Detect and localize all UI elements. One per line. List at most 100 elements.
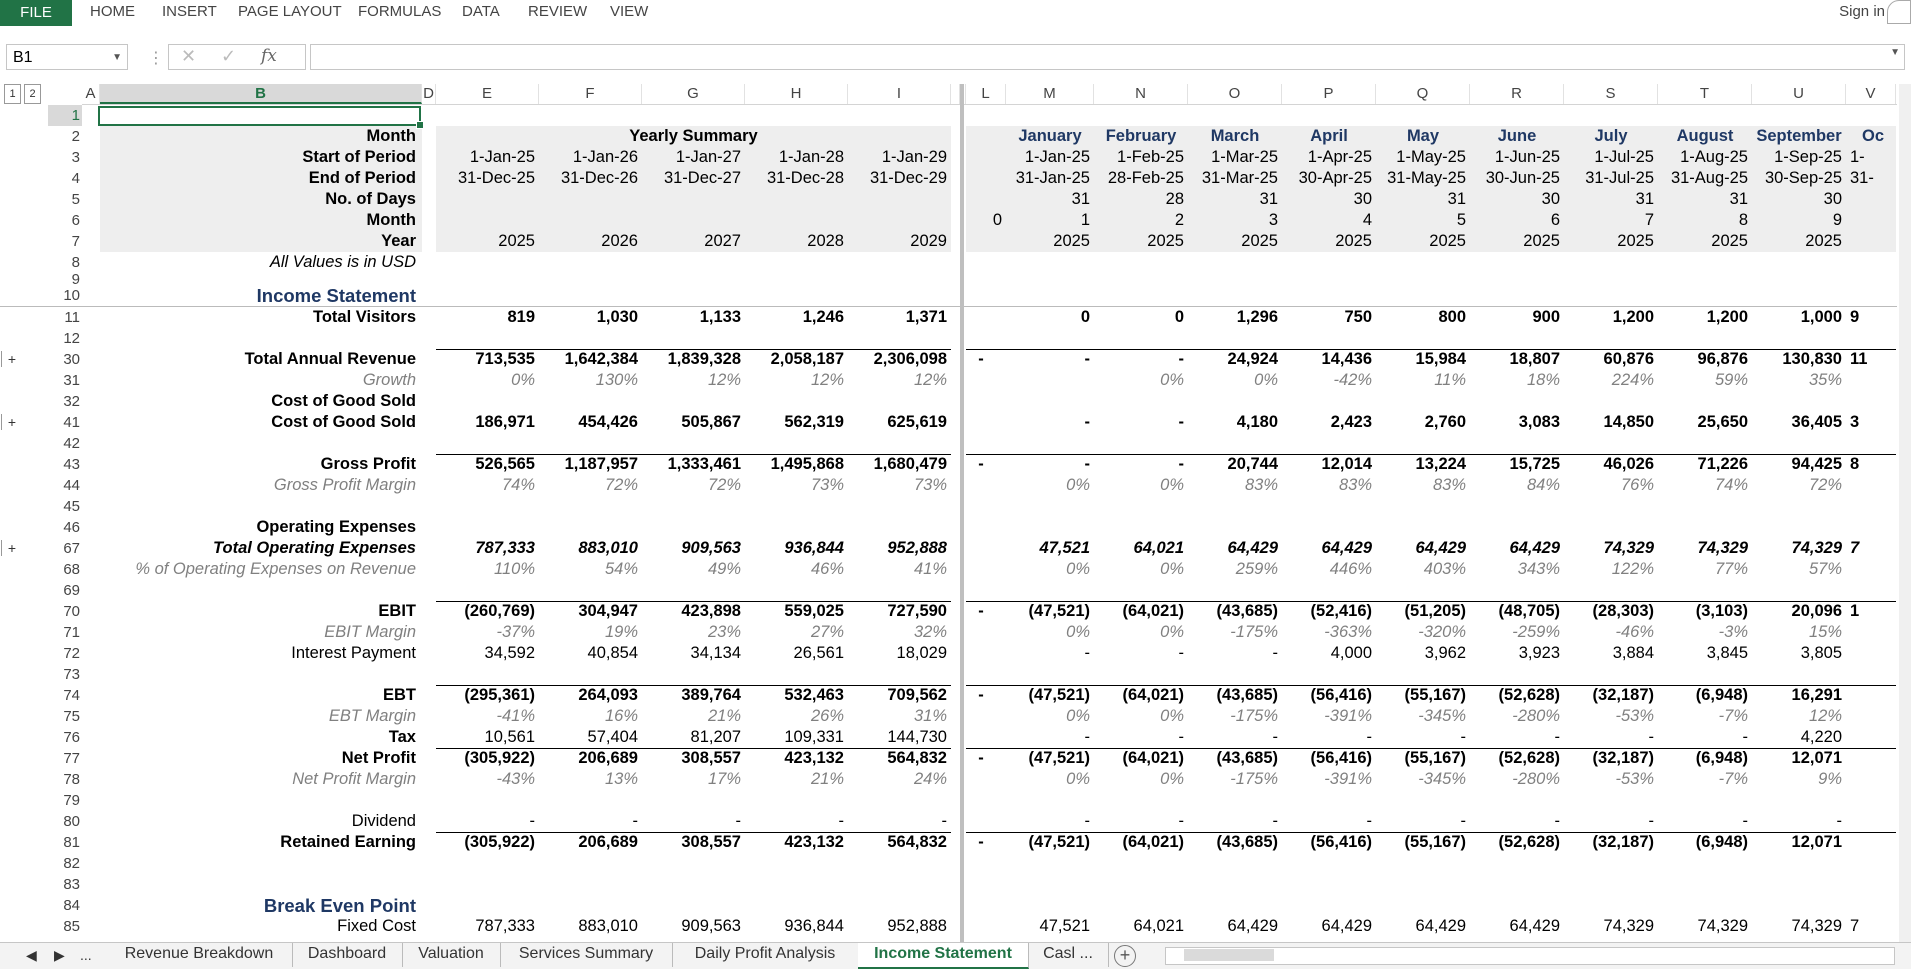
row-header-73[interactable]: 73 (48, 664, 82, 685)
sheet-tab-income-statement[interactable]: Income Statement (858, 943, 1029, 969)
insert-function-icon[interactable]: fx (261, 46, 277, 66)
row-header-76[interactable]: 76 (48, 727, 82, 748)
more-icon[interactable]: ⋮ (148, 48, 164, 68)
ribbon-tab-view[interactable]: VIEW (610, 0, 648, 26)
more-sheets-icon[interactable]: ... (80, 947, 92, 963)
chevron-down-icon[interactable]: ▼ (112, 45, 122, 71)
expand-group-icon[interactable]: + (1, 538, 20, 559)
column-header-p[interactable]: P (1282, 84, 1376, 104)
sheet-tab-valuation[interactable]: Valuation (402, 943, 501, 967)
ribbon-tab-insert[interactable]: INSERT (162, 0, 217, 26)
row-header-43[interactable]: 43 (48, 454, 82, 475)
column-header-l[interactable]: L (966, 84, 1006, 104)
column-header-n[interactable]: N (1094, 84, 1188, 104)
sheet-tab-daily-profit-analysis[interactable]: Daily Profit Analysis (672, 943, 859, 967)
column-header-h[interactable]: H (745, 84, 848, 104)
monthly-days: 31 (1635, 190, 1654, 208)
column-header-s[interactable]: S (1564, 84, 1658, 104)
row-header-3[interactable]: 3 (48, 147, 82, 168)
row-header-11[interactable]: 11 (48, 307, 82, 328)
column-header-t[interactable]: T (1658, 84, 1752, 104)
expand-group-icon[interactable]: + (1, 412, 20, 433)
row-header-10[interactable]: 10 (48, 285, 82, 306)
expand-group-icon[interactable]: + (1, 349, 20, 370)
sheet-tab-services-summary[interactable]: Services Summary (500, 943, 673, 967)
column-header-b[interactable]: B (100, 84, 422, 104)
sheet-tab-revenue-breakdown[interactable]: Revenue Breakdown (106, 943, 293, 967)
prev-sheet-icon[interactable]: ◀ (26, 947, 37, 964)
column-header-i[interactable]: I (848, 84, 951, 104)
name-box[interactable]: B1 ▼ (6, 44, 128, 70)
ribbon-tab-data[interactable]: DATA (462, 0, 500, 26)
sheet-tab-dashboard[interactable]: Dashboard (292, 943, 403, 967)
sheet-tab-casl[interactable]: Casl ... (1028, 943, 1109, 967)
row-header-82[interactable]: 82 (48, 853, 82, 874)
column-header-u[interactable]: U (1752, 84, 1846, 104)
vertical-scrollbar[interactable] (1899, 84, 1911, 942)
column-header-o[interactable]: O (1188, 84, 1282, 104)
ribbon-tab-home[interactable]: HOME (90, 0, 135, 26)
column-header-f[interactable]: F (539, 84, 642, 104)
formula-input[interactable]: ▼ (310, 44, 1905, 70)
column-header-g[interactable]: G (642, 84, 745, 104)
user-icon[interactable] (1887, 0, 1911, 24)
row-header-5[interactable]: 5 (48, 189, 82, 210)
row-header-42[interactable]: 42 (48, 433, 82, 454)
row-header-7[interactable]: 7 (48, 231, 82, 252)
horizontal-scrollbar[interactable] (1165, 947, 1895, 965)
annual-dividend: - (838, 812, 845, 830)
next-sheet-icon[interactable]: ▶ (54, 947, 65, 964)
scroll-thumb[interactable] (1184, 949, 1274, 961)
row-header-84[interactable]: 84 (48, 895, 82, 916)
column-header-e[interactable]: E (436, 84, 539, 104)
outline-level-2[interactable]: 2 (24, 84, 41, 104)
row-header-46[interactable]: 46 (48, 517, 82, 538)
add-sheet-icon[interactable]: + (1114, 945, 1136, 967)
row-header-75[interactable]: 75 (48, 706, 82, 727)
sign-in-link[interactable]: Sign in (1839, 0, 1885, 24)
file-tab[interactable]: FILE (0, 0, 72, 26)
row-header-71[interactable]: 71 (48, 622, 82, 643)
row-header-74[interactable]: 74 (48, 685, 82, 706)
outline-level-1[interactable]: 1 (4, 84, 21, 104)
column-header-d[interactable]: D (422, 84, 436, 104)
expand-formula-icon[interactable]: ▼ (1890, 47, 1900, 58)
row-header-41[interactable]: 41 (48, 412, 82, 433)
column-header-r[interactable]: R (1470, 84, 1564, 104)
row-header-2[interactable]: 2 (48, 126, 82, 147)
row-header-30[interactable]: 30 (48, 349, 82, 370)
row-header-67[interactable]: 67 (48, 538, 82, 559)
cancel-icon[interactable]: ✕ (181, 46, 196, 67)
column-header-a[interactable]: A (82, 84, 100, 104)
ribbon-tab-page-layout[interactable]: PAGE LAYOUT (238, 0, 342, 26)
row-header-72[interactable]: 72 (48, 643, 82, 664)
row-header-79[interactable]: 79 (48, 790, 82, 811)
column-header-q[interactable]: Q (1376, 84, 1470, 104)
row-header-6[interactable]: 6 (48, 210, 82, 231)
row-header-81[interactable]: 81 (48, 832, 82, 853)
row-header-1[interactable]: 1 (48, 105, 82, 126)
column-header-m[interactable]: M (1006, 84, 1094, 104)
row-header-85[interactable]: 85 (48, 916, 82, 937)
active-cell-b1[interactable] (98, 106, 424, 129)
freeze-split-bar[interactable] (960, 84, 964, 944)
row-header-83[interactable]: 83 (48, 874, 82, 895)
row-header-69[interactable]: 69 (48, 580, 82, 601)
row-header-31[interactable]: 31 (48, 370, 82, 391)
row-header-12[interactable]: 12 (48, 328, 82, 349)
row-header-70[interactable]: 70 (48, 601, 82, 622)
annual-fixed-cost: 909,563 (681, 917, 741, 935)
row-header-68[interactable]: 68 (48, 559, 82, 580)
row-header-4[interactable]: 4 (48, 168, 82, 189)
ribbon-tab-formulas[interactable]: FORMULAS (358, 0, 441, 26)
ribbon-tab-review[interactable]: REVIEW (528, 0, 587, 26)
row-header-45[interactable]: 45 (48, 496, 82, 517)
row-header-32[interactable]: 32 (48, 391, 82, 412)
enter-icon[interactable]: ✓ (221, 46, 236, 67)
column-header-v[interactable]: V (1846, 84, 1896, 104)
row-header-44[interactable]: 44 (48, 475, 82, 496)
row-header-77[interactable]: 77 (48, 748, 82, 769)
row-header-78[interactable]: 78 (48, 769, 82, 790)
row-header-80[interactable]: 80 (48, 811, 82, 832)
column-header-j[interactable] (951, 84, 960, 104)
